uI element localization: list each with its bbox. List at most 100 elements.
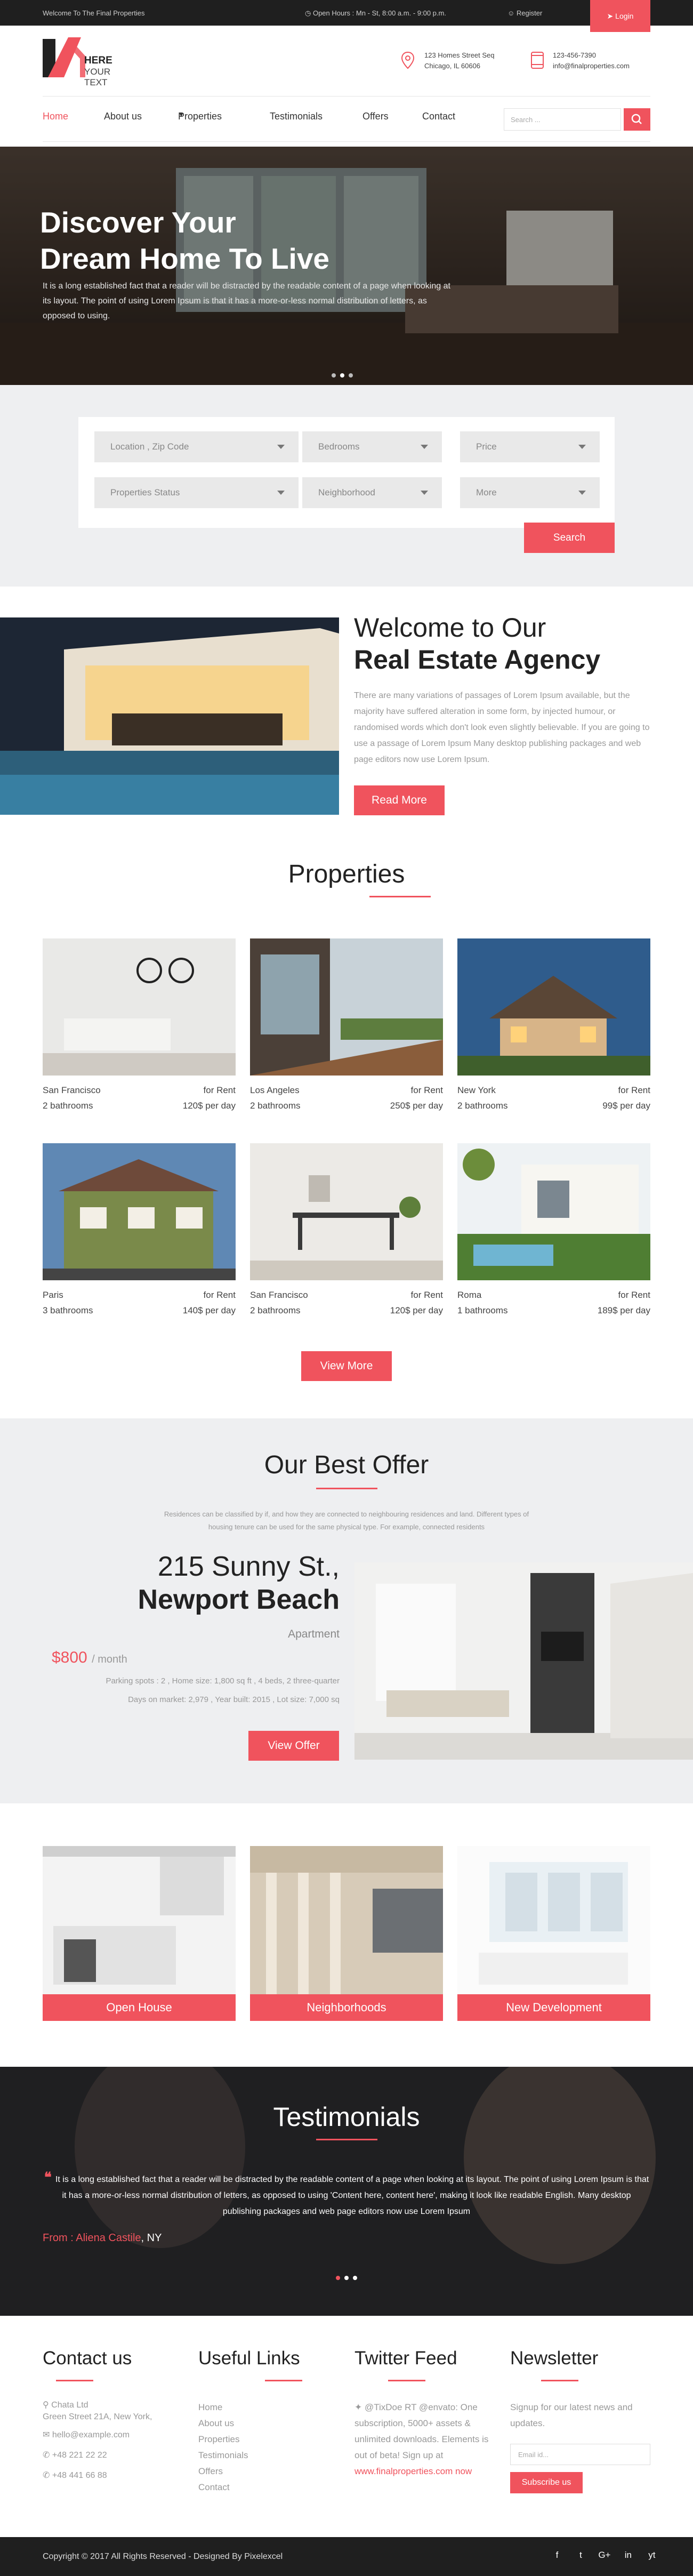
search-button[interactable] (624, 108, 650, 131)
phone-icon: ✆ (43, 2471, 52, 2480)
welcome-house-image (0, 617, 339, 815)
linkedin-icon[interactable]: in (620, 2550, 636, 2561)
read-more-button[interactable]: Read More (354, 785, 445, 815)
open-house-image[interactable] (43, 1846, 236, 1998)
property-info: Roma 1 bathrooms for Rent 189$ per day (457, 1287, 650, 1318)
nav-contact[interactable]: Contact (422, 111, 455, 122)
email-address[interactable]: info@finalproperties.com (553, 61, 630, 71)
top-bar: Welcome To The Final Properties ◷ Open H… (0, 0, 693, 32)
nav-offers[interactable]: Offers (362, 111, 389, 122)
footer-link-properties[interactable]: Properties (198, 2431, 305, 2447)
caret-down-icon (421, 445, 428, 449)
twitter-icon[interactable]: t (573, 2550, 589, 2561)
logo-text-line2: YOUR TEXT (84, 67, 111, 87)
property-image[interactable] (457, 938, 650, 1076)
property-image[interactable] (250, 1143, 443, 1280)
footer-underline (265, 2380, 302, 2381)
footer-newsletter-title: Newsletter (510, 2348, 599, 2369)
property-info: San Francisco 2 bathrooms for Rent 120$ p… (250, 1287, 443, 1318)
hero-title: Discover Your Dream Home To Live (40, 206, 330, 275)
property-info: San Francisco 2 bathrooms for Rent 120$ p… (43, 1082, 236, 1113)
footer-link-testimonials[interactable]: Testimonials (198, 2447, 305, 2463)
phone-icon (531, 52, 544, 69)
neighborhood-select[interactable]: Neighborhood (302, 477, 442, 508)
view-offer-button[interactable]: View Offer (248, 1731, 339, 1761)
newsletter-text: Signup for our latest news and updates. (510, 2402, 633, 2428)
property-search-button[interactable]: Search (524, 523, 615, 553)
bedrooms-select[interactable]: Bedrooms (302, 431, 442, 462)
caret-down-icon (277, 445, 285, 449)
properties-title: Properties (288, 860, 405, 888)
offer-street: 215 Sunny St., (157, 1551, 340, 1582)
register-link[interactable]: ☺ Register (507, 9, 542, 17)
youtube-icon[interactable]: yt (644, 2550, 660, 2561)
footer-twitter-title: Twitter Feed (354, 2348, 457, 2369)
property-price: 120$ per day (182, 1101, 236, 1111)
footer-link-about[interactable]: About us (198, 2415, 305, 2431)
property-image[interactable] (250, 938, 443, 1076)
subscribe-button[interactable]: Subscribe us (510, 2472, 583, 2493)
footer-link-contact[interactable]: Contact (198, 2479, 305, 2495)
footer-contact-info: ⚲ Chata Ltd Green Street 21A, New York, … (43, 2401, 152, 2480)
caret-down-icon (578, 445, 586, 449)
search-input[interactable]: Search ... (504, 108, 621, 131)
nav-testimonials[interactable]: Testimonials (270, 111, 323, 122)
nav-home[interactable]: Home (43, 111, 68, 122)
nav-divider-bottom (43, 141, 650, 142)
footer-contact-title: Contact us (43, 2348, 132, 2369)
offer-city: Newport Beach (138, 1584, 340, 1615)
testimonial-slider-dots[interactable] (336, 2273, 361, 2283)
caret-down-icon (421, 491, 428, 495)
best-offer-section: Our Best Offer Residences can be classif… (0, 1418, 693, 1803)
footer-underline (388, 2380, 425, 2381)
property-info: Paris 3 bathrooms for Rent 140$ per day (43, 1287, 236, 1318)
properties-title-underline (369, 896, 431, 897)
neighborhoods-image[interactable] (250, 1846, 443, 1998)
testimonials-title-underline (316, 2139, 377, 2140)
offer-price: $800 / month (52, 1649, 127, 1666)
testimonials-section: Testimonials ❝ It is a long established … (0, 2067, 693, 2316)
nav-about[interactable]: About us (104, 111, 142, 122)
more-select[interactable]: More (460, 477, 600, 508)
property-info: New York 2 bathrooms for Rent 99$ per day (457, 1082, 650, 1113)
view-more-button[interactable]: View More (301, 1351, 392, 1381)
user-icon: ☺ (507, 9, 517, 17)
logo-text-line1: HERE (84, 55, 112, 66)
offer-title-underline (316, 1488, 377, 1489)
footer-underline (541, 2380, 578, 2381)
hero-text: It is a long established fact that a rea… (43, 282, 450, 320)
new-development-image[interactable] (457, 1846, 650, 1998)
property-price: 250$ per day (390, 1101, 443, 1111)
google-plus-icon[interactable]: G+ (597, 2550, 613, 2561)
twitter-link[interactable]: www.finalproperties.com (354, 2466, 453, 2476)
search-form-card: Location , Zip Code Bedrooms Price Prope… (78, 417, 615, 528)
offer-description: Residences can be classified by if, and … (164, 1510, 529, 1531)
testimonials-title: Testimonials (273, 2102, 420, 2132)
property-image[interactable] (457, 1143, 650, 1280)
new-development-button[interactable]: New Development (457, 1994, 650, 2021)
logo[interactable]: HERE YOUR TEXT (43, 35, 117, 87)
newsletter-email-input[interactable]: Email id... (510, 2444, 650, 2465)
hero-slider-dots[interactable] (332, 371, 357, 380)
status-select[interactable]: Properties Status (94, 477, 299, 508)
footer-link-home[interactable]: Home (198, 2400, 305, 2415)
phone-icon: ✆ (43, 2451, 52, 2460)
footer-link-offers[interactable]: Offers (198, 2463, 305, 2479)
price-select[interactable]: Price (460, 431, 600, 462)
twitter-icon: ✦ (354, 2402, 365, 2412)
neighborhoods-button[interactable]: Neighborhoods (250, 1994, 443, 2021)
open-house-button[interactable]: Open House (43, 1994, 236, 2021)
location-select[interactable]: Location , Zip Code (94, 431, 299, 462)
chevron-down-icon: ▼ (178, 111, 184, 118)
property-price: 140$ per day (182, 1305, 236, 1315)
property-image[interactable] (43, 1143, 236, 1280)
phone-number[interactable]: 123-456-7390 (553, 50, 630, 61)
header-address: 123 Homes Street Seq Chicago, IL 60606 (401, 49, 507, 76)
property-image[interactable] (43, 938, 236, 1076)
copyright-text: Copyright © 2017 All Rights Reserved - D… (43, 2552, 283, 2561)
quote-icon: ❝ (44, 2169, 55, 2185)
offer-interior-image (354, 1562, 693, 1760)
footer-underline (56, 2380, 93, 2381)
facebook-icon[interactable]: f (549, 2550, 565, 2561)
login-button[interactable]: ➤ Login (590, 0, 650, 32)
